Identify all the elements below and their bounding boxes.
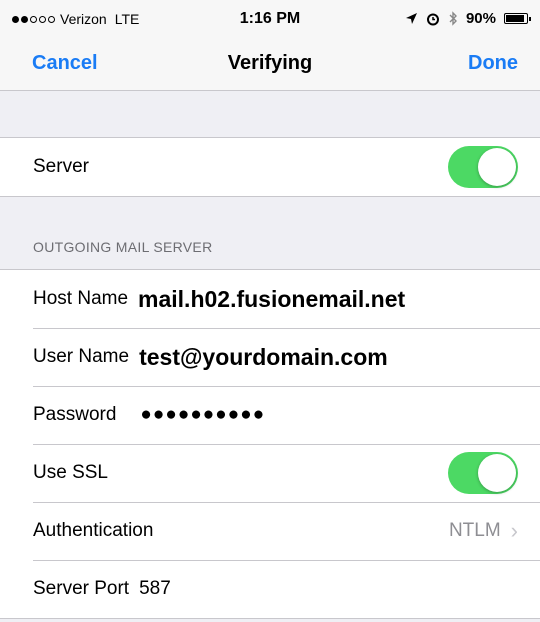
host-name-field[interactable]: mail.h02.fusionemail.net xyxy=(138,286,405,313)
done-button[interactable]: Done xyxy=(468,52,518,75)
user-name-row[interactable]: User Name test@yourdomain.com xyxy=(0,328,540,386)
location-arrow-icon xyxy=(405,13,417,24)
bluetooth-icon xyxy=(449,11,457,26)
password-label: Password xyxy=(33,404,117,425)
use-ssl-toggle[interactable] xyxy=(448,452,518,494)
password-row[interactable]: Password ●●●●●●●●●● xyxy=(0,386,540,444)
authentication-label: Authentication xyxy=(33,520,154,541)
outgoing-group: Host Name mail.h02.fusionemail.net User … xyxy=(0,269,540,619)
server-toggle[interactable] xyxy=(448,146,518,188)
server-row: Server xyxy=(0,138,540,196)
server-label: Server xyxy=(33,156,89,177)
page-title: Verifying xyxy=(227,52,313,74)
chevron-right-icon: › xyxy=(510,518,518,543)
battery-percent: 90% xyxy=(465,10,496,27)
navigation-bar: Cancel Verifying Done xyxy=(0,40,540,91)
alarm-icon xyxy=(426,13,439,25)
server-port-field[interactable]: 587 xyxy=(139,578,171,600)
authentication-row[interactable]: Authentication NTLM › xyxy=(0,502,540,560)
user-name-field[interactable]: test@yourdomain.com xyxy=(139,344,388,371)
server-port-row[interactable]: Server Port 587 xyxy=(0,560,540,618)
server-port-label: Server Port xyxy=(33,578,130,599)
outgoing-section-header: OUTGOING MAIL SERVER xyxy=(33,239,213,255)
host-name-label: Host Name xyxy=(33,288,129,309)
user-name-label: User Name xyxy=(33,346,130,367)
authentication-value: NTLM xyxy=(448,520,501,541)
use-ssl-label: Use SSL xyxy=(33,462,108,483)
use-ssl-row: Use SSL xyxy=(0,444,540,502)
password-field[interactable]: ●●●●●●●●●● xyxy=(140,404,265,426)
battery-icon xyxy=(504,13,531,24)
status-right: 90% xyxy=(405,10,531,27)
server-group: Server xyxy=(0,137,540,197)
host-name-row[interactable]: Host Name mail.h02.fusionemail.net xyxy=(0,270,540,328)
status-bar: Verizon LTE 1:16 PM 90% xyxy=(0,0,540,40)
